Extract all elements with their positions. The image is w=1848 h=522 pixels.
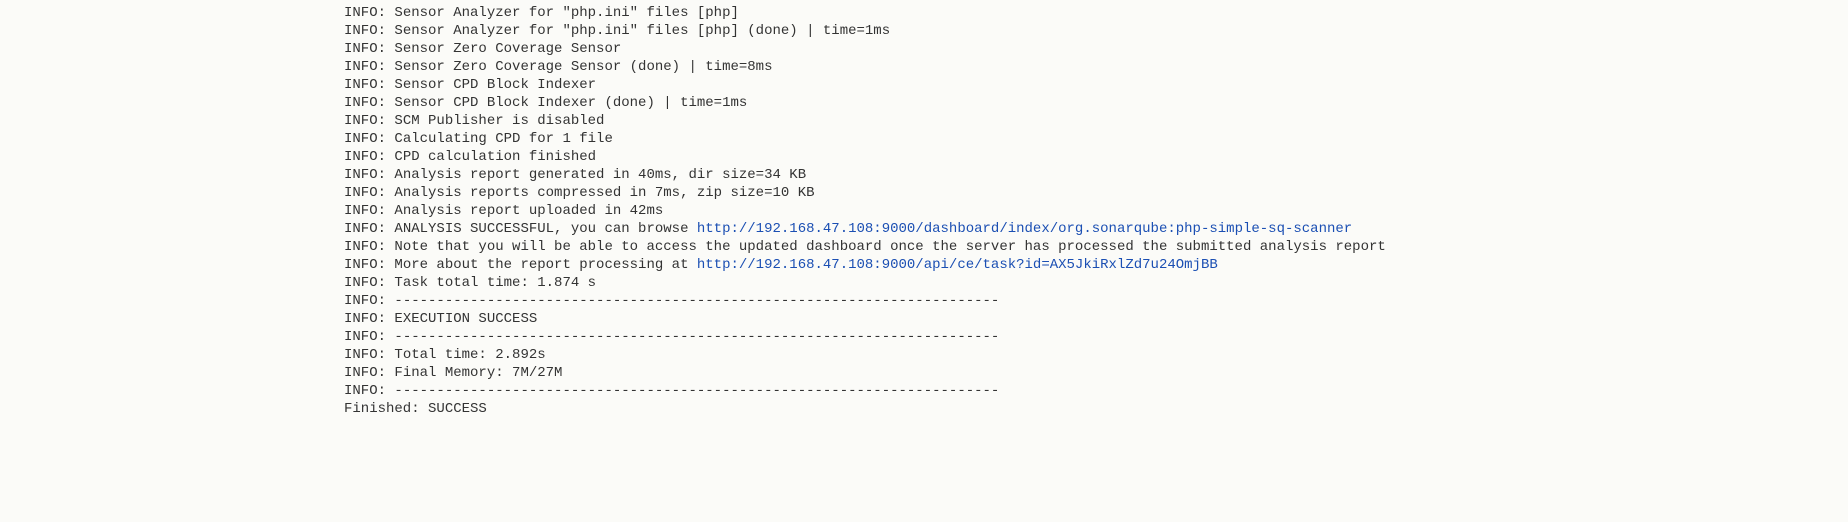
log-text: Analysis reports compressed in 7ms, zip … (394, 185, 814, 201)
log-prefix: INFO: (344, 203, 394, 219)
log-line: INFO: Sensor Analyzer for "php.ini" file… (344, 4, 1848, 22)
log-prefix: INFO: (344, 5, 394, 21)
log-text: SCM Publisher is disabled (394, 113, 604, 129)
log-prefix: INFO: (344, 59, 394, 75)
log-line: INFO: Note that you will be able to acce… (344, 238, 1848, 256)
log-line: INFO: Final Memory: 7M/27M (344, 364, 1848, 382)
finished-text: Finished: SUCCESS (344, 401, 487, 417)
log-prefix: INFO: (344, 257, 394, 273)
task-api-link[interactable]: http://192.168.47.108:9000/api/ce/task?i… (697, 257, 1218, 273)
log-prefix: INFO: (344, 365, 394, 381)
log-text: Sensor CPD Block Indexer (done) | time=1… (394, 95, 747, 111)
log-line: INFO: EXECUTION SUCCESS (344, 310, 1848, 328)
log-line: INFO: ANALYSIS SUCCESSFUL, you can brows… (344, 220, 1848, 238)
log-text: Final Memory: 7M/27M (394, 365, 562, 381)
log-line: INFO: Calculating CPD for 1 file (344, 130, 1848, 148)
log-line: INFO: Sensor Analyzer for "php.ini" file… (344, 22, 1848, 40)
finished-line: Finished: SUCCESS (344, 400, 1848, 418)
log-line: INFO: Analysis report uploaded in 42ms (344, 202, 1848, 220)
log-line: INFO: Task total time: 1.874 s (344, 274, 1848, 292)
log-prefix: INFO: (344, 131, 394, 147)
log-line: INFO: Sensor Zero Coverage Sensor (344, 40, 1848, 58)
console-log-output: INFO: Sensor Analyzer for "php.ini" file… (344, 4, 1848, 418)
log-prefix: INFO: (344, 221, 394, 237)
log-prefix: INFO: (344, 347, 394, 363)
log-line: INFO: More about the report processing a… (344, 256, 1848, 274)
log-line: INFO: ----------------------------------… (344, 292, 1848, 310)
log-prefix: INFO: (344, 185, 394, 201)
log-line: INFO: Analysis report generated in 40ms,… (344, 166, 1848, 184)
log-prefix: INFO: (344, 383, 394, 399)
log-text: Sensor Analyzer for "php.ini" files [php… (394, 23, 890, 39)
log-text: ANALYSIS SUCCESSFUL, you can browse (394, 221, 696, 237)
log-text: More about the report processing at (394, 257, 696, 273)
log-prefix: INFO: (344, 275, 394, 291)
log-line: INFO: ----------------------------------… (344, 382, 1848, 400)
log-text: ----------------------------------------… (394, 383, 999, 399)
log-text: Note that you will be able to access the… (394, 239, 1385, 255)
log-text: Sensor Zero Coverage Sensor (394, 41, 621, 57)
log-text: Sensor Zero Coverage Sensor (done) | tim… (394, 59, 772, 75)
log-text: Calculating CPD for 1 file (394, 131, 612, 147)
log-text: Task total time: 1.874 s (394, 275, 596, 291)
log-prefix: INFO: (344, 23, 394, 39)
log-prefix: INFO: (344, 329, 394, 345)
log-line: INFO: Sensor CPD Block Indexer (done) | … (344, 94, 1848, 112)
log-prefix: INFO: (344, 167, 394, 183)
log-text: Sensor Analyzer for "php.ini" files [php… (394, 5, 738, 21)
log-prefix: INFO: (344, 77, 394, 93)
log-text: CPD calculation finished (394, 149, 596, 165)
log-line: INFO: Analysis reports compressed in 7ms… (344, 184, 1848, 202)
log-line: INFO: ----------------------------------… (344, 328, 1848, 346)
log-prefix: INFO: (344, 311, 394, 327)
log-prefix: INFO: (344, 95, 394, 111)
log-text: Analysis report generated in 40ms, dir s… (394, 167, 806, 183)
log-line: INFO: Total time: 2.892s (344, 346, 1848, 364)
log-line: INFO: SCM Publisher is disabled (344, 112, 1848, 130)
log-prefix: INFO: (344, 293, 394, 309)
log-text: Sensor CPD Block Indexer (394, 77, 596, 93)
log-line: INFO: Sensor Zero Coverage Sensor (done)… (344, 58, 1848, 76)
log-line: INFO: CPD calculation finished (344, 148, 1848, 166)
log-prefix: INFO: (344, 113, 394, 129)
log-text: Total time: 2.892s (394, 347, 545, 363)
log-text: Analysis report uploaded in 42ms (394, 203, 663, 219)
log-text: ----------------------------------------… (394, 329, 999, 345)
log-prefix: INFO: (344, 41, 394, 57)
log-line: INFO: Sensor CPD Block Indexer (344, 76, 1848, 94)
log-prefix: INFO: (344, 149, 394, 165)
log-text: ----------------------------------------… (394, 293, 999, 309)
log-prefix: INFO: (344, 239, 394, 255)
dashboard-link[interactable]: http://192.168.47.108:9000/dashboard/ind… (697, 221, 1352, 237)
log-text: EXECUTION SUCCESS (394, 311, 537, 327)
